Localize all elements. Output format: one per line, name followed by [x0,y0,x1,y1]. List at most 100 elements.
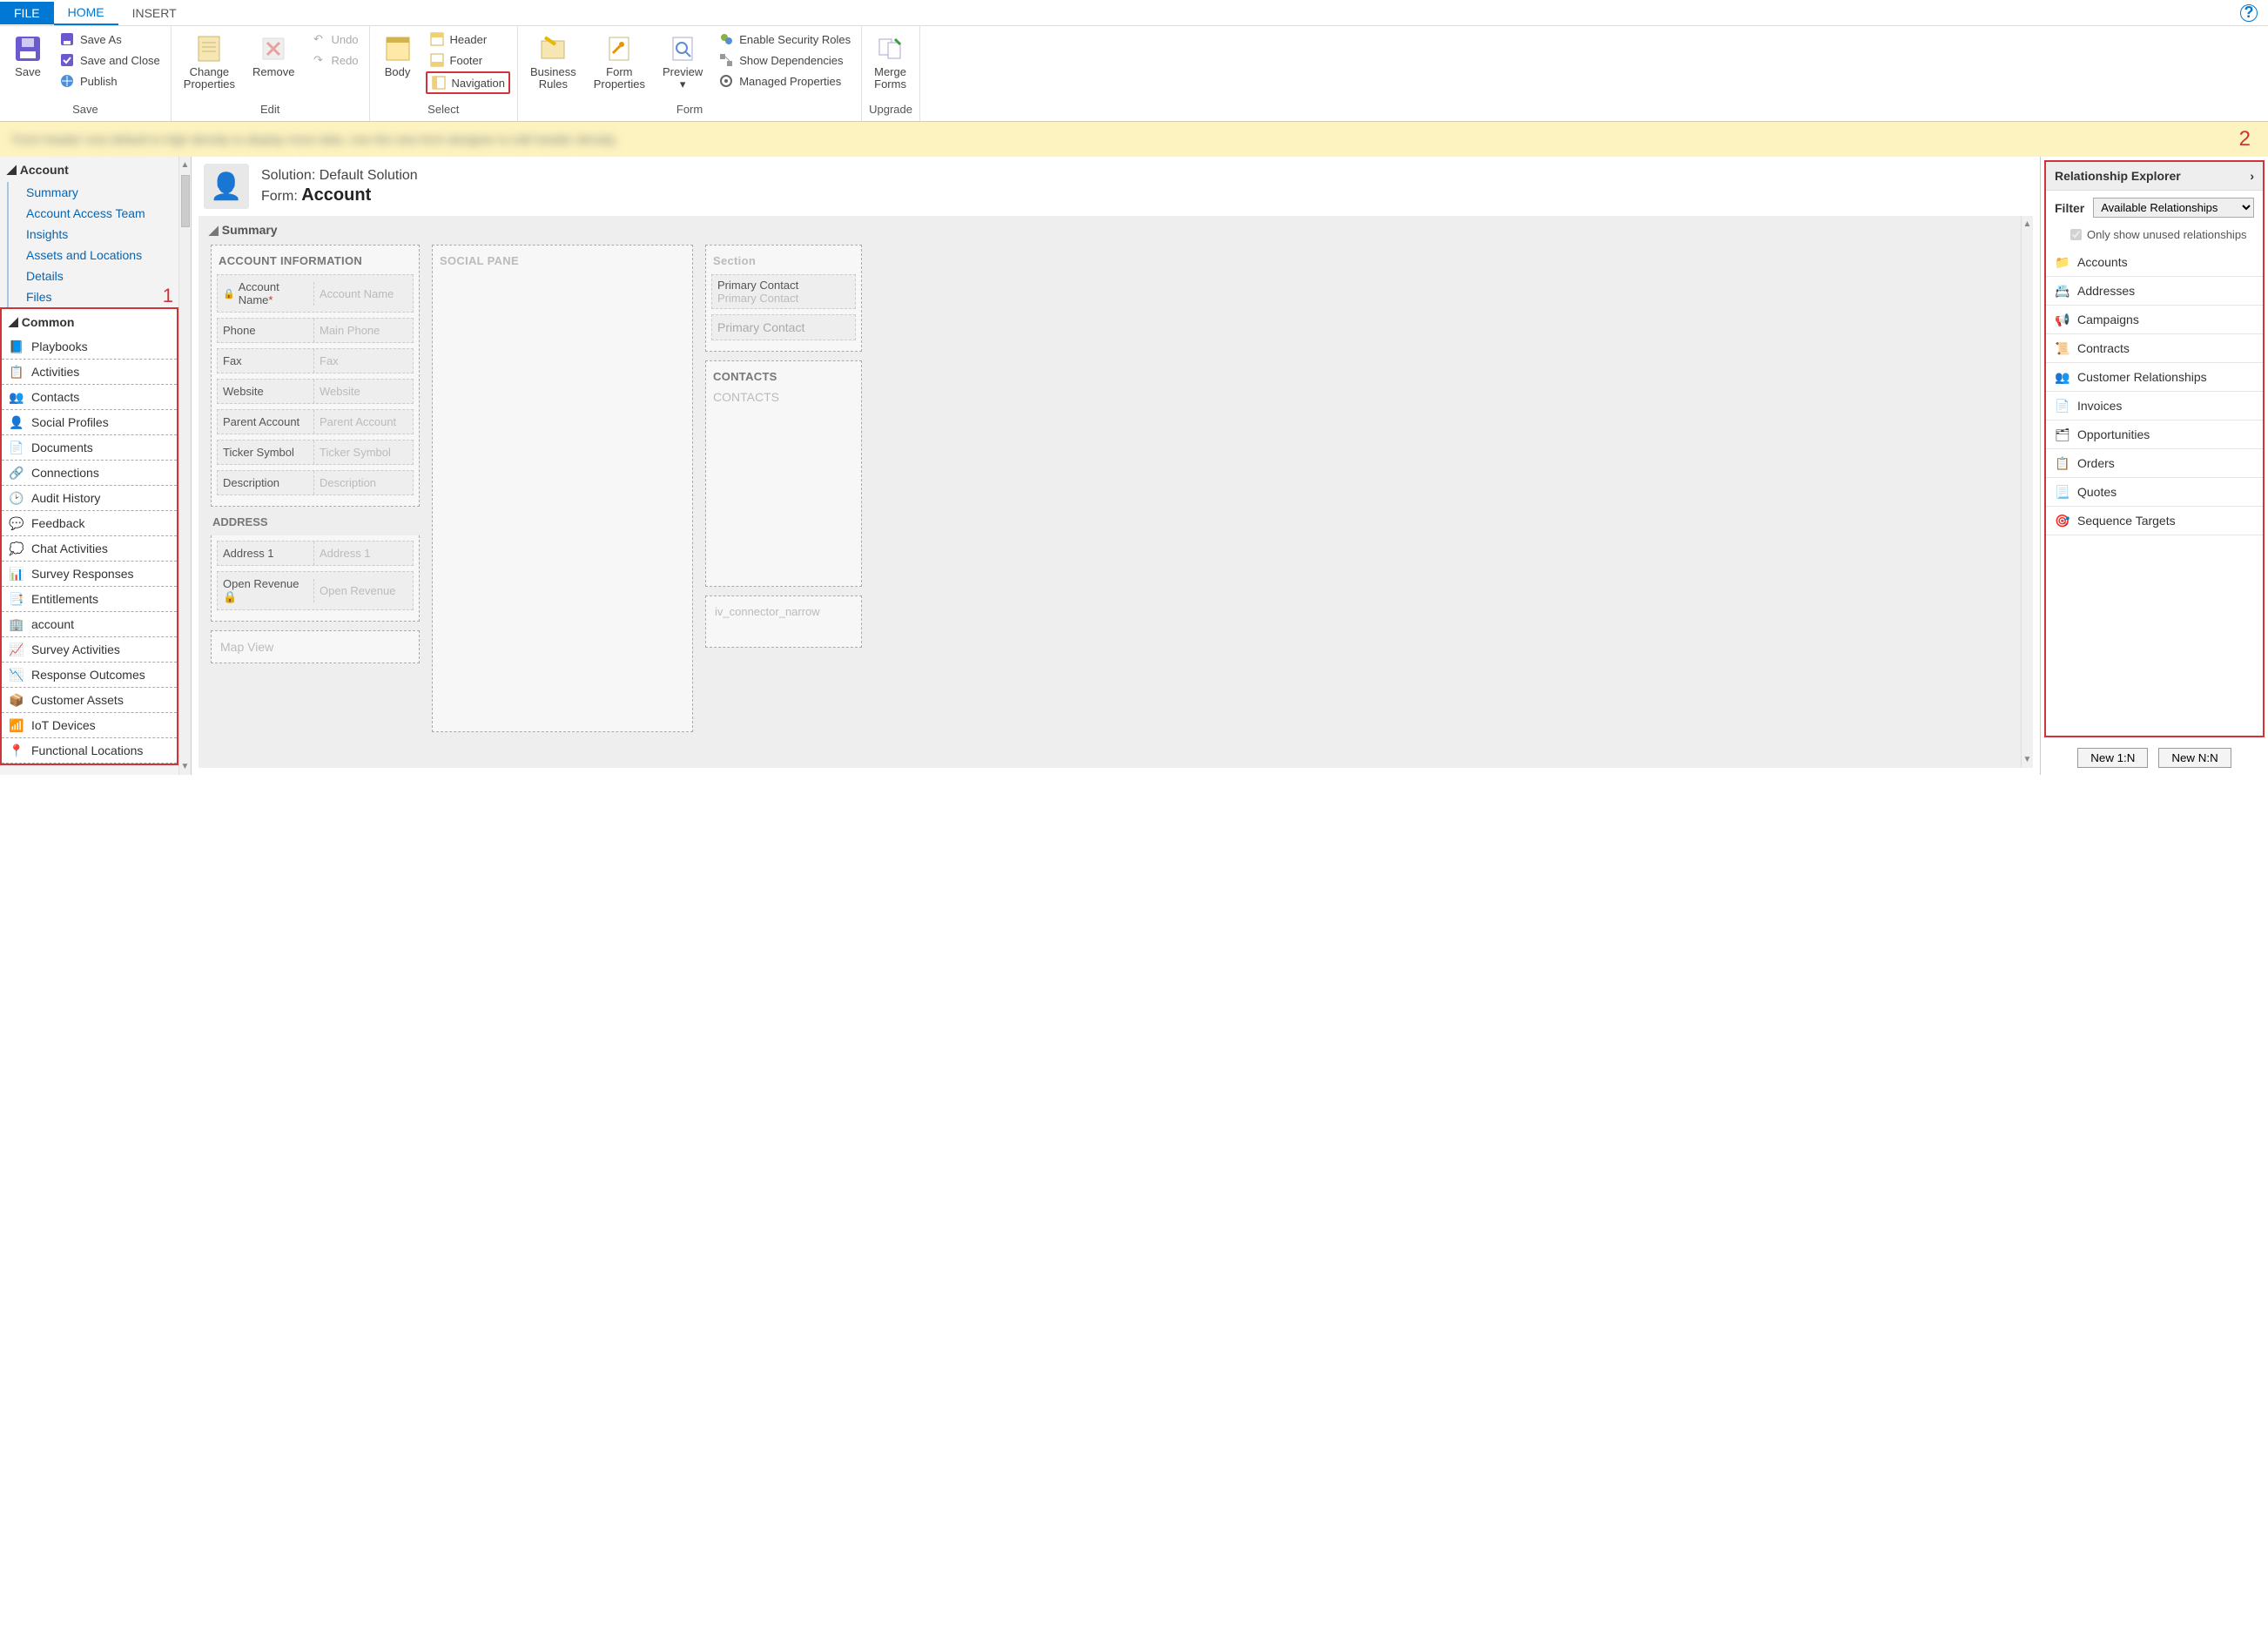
body-icon [382,33,414,64]
upgrade-group-label: Upgrade [869,101,912,118]
relationship-item[interactable]: 📢Campaigns [2046,306,2263,334]
tab-home[interactable]: HOME [54,1,118,25]
section-right-section[interactable]: Section Primary Contact Primary Contact … [705,245,862,352]
form-field[interactable]: FaxFax [217,348,414,373]
nav-item[interactable]: Summary [7,182,178,203]
header-icon [429,31,445,47]
body-button[interactable]: Body [377,30,419,82]
new-nn-button[interactable]: New N:N [2158,748,2231,768]
relationship-item[interactable]: 📁Accounts [2046,248,2263,277]
relationship-item[interactable]: 📃Quotes [2046,478,2263,507]
form-field[interactable]: Parent AccountParent Account [217,409,414,434]
relationship-item[interactable]: 🎯Sequence Targets [2046,507,2263,535]
common-item[interactable]: 📑Entitlements [2,587,177,612]
common-item[interactable]: 📘Playbooks [2,334,177,360]
form-properties-button[interactable]: Form Properties [589,30,650,95]
section-iv-connector[interactable]: iv_connector_narrow [705,595,862,648]
nav-item[interactable]: Insights [7,224,178,245]
preview-button[interactable]: Preview▾ [657,30,708,95]
section-social-pane[interactable]: SOCIAL PANE [432,245,693,732]
business-rules-button[interactable]: Business Rules [525,30,582,95]
section-account-information[interactable]: ACCOUNT INFORMATION 🔒Account Name*Accoun… [211,245,420,507]
common-item[interactable]: 👥Contacts [2,385,177,410]
canvas-scrollbar[interactable]: ▲▼ [2021,216,2033,768]
form-field[interactable]: WebsiteWebsite [217,379,414,404]
form-field[interactable]: Ticker SymbolTicker Symbol [217,440,414,465]
navigation-button[interactable]: Navigation [426,71,510,94]
relationship-item[interactable]: 📜Contracts [2046,334,2263,363]
common-item[interactable]: 📈Survey Activities [2,637,177,663]
save-button[interactable]: Save [7,30,49,82]
common-item[interactable]: 🏢account [2,612,177,637]
remove-button[interactable]: Remove [247,30,299,82]
filter-select[interactable]: Available Relationships [2093,198,2254,218]
save-as-button[interactable]: Save As [56,30,164,49]
properties-icon [193,33,225,64]
common-item[interactable]: 🕑Audit History [2,486,177,511]
unused-checkbox[interactable] [2070,229,2082,240]
new-1n-button[interactable]: New 1:N [2077,748,2148,768]
common-item[interactable]: 👤Social Profiles [2,410,177,435]
section-address[interactable]: Address 1Address 1 Open Revenue 🔒Open Rev… [211,535,420,622]
section-map[interactable]: Map View [211,630,420,663]
undo-button[interactable]: ↶Undo [306,30,361,49]
field-primary-contact-2[interactable]: Primary Contact [711,314,856,340]
nav-item[interactable]: Files [7,286,178,307]
common-item[interactable]: 💬Feedback [2,511,177,536]
entity-icon: 📄 [9,440,24,455]
relationship-item[interactable]: 📇Addresses [2046,277,2263,306]
ribbon-tabs: FILE HOME INSERT ? [0,0,2268,26]
save-close-icon [59,52,75,68]
left-scrollbar[interactable]: ▲▼ [178,157,191,775]
common-item[interactable]: 💭Chat Activities [2,536,177,562]
publish-button[interactable]: Publish [56,71,164,91]
show-dependencies-button[interactable]: Show Dependencies [715,50,854,70]
tab-file[interactable]: FILE [0,2,54,24]
section-contacts[interactable]: CONTACTS CONTACTS [705,360,862,587]
common-item[interactable]: 📊Survey Responses [2,562,177,587]
relationship-item[interactable]: 📋Orders [2046,449,2263,478]
redo-button[interactable]: ↷Redo [306,50,361,70]
common-item[interactable]: 📉Response Outcomes [2,663,177,688]
relationship-explorer-header[interactable]: Relationship Explorer › [2046,162,2263,191]
publish-icon [59,73,75,89]
merge-forms-button[interactable]: Merge Forms [869,30,912,95]
help-icon[interactable]: ? [2240,4,2258,22]
save-and-close-button[interactable]: Save and Close [56,50,164,70]
common-item[interactable]: 📍Functional Locations [2,738,177,764]
nav-item[interactable]: Account Access Team [7,203,178,224]
nav-section-common[interactable]: ◢ Common [2,309,177,334]
relationship-item[interactable]: 📄Invoices [2046,392,2263,420]
nav-section-account[interactable]: ◢ Account [0,157,178,182]
relationship-item[interactable]: 🗂Opportunities [2046,420,2263,449]
managed-properties-button[interactable]: Managed Properties [715,71,854,91]
tab-summary[interactable]: ◢Summary [199,216,2033,245]
form-field[interactable]: Open Revenue 🔒Open Revenue [217,571,414,610]
relationship-item[interactable]: 👥Customer Relationships [2046,363,2263,392]
form-field[interactable]: DescriptionDescription [217,470,414,495]
entity-icon: 💬 [9,515,24,531]
common-item[interactable]: 📋Activities [2,360,177,385]
remove-icon [258,33,289,64]
field-primary-contact[interactable]: Primary Contact Primary Contact [711,274,856,309]
nav-item[interactable]: Details [7,266,178,286]
entity-icon: 👤 [9,414,24,430]
entity-icon: 🏢 [9,616,24,632]
common-item[interactable]: 📶IoT Devices [2,713,177,738]
change-properties-button[interactable]: Change Properties [178,30,240,95]
relationship-explorer: Relationship Explorer › Filter Available… [2040,157,2268,775]
common-item[interactable]: 📦Customer Assets [2,688,177,713]
common-item[interactable]: 🔗Connections [2,461,177,486]
footer-button[interactable]: Footer [426,50,510,70]
edit-group-label: Edit [178,101,362,118]
merge-forms-icon [875,33,906,64]
nav-item[interactable]: Assets and Locations [7,245,178,266]
common-item[interactable]: 📄Documents [2,435,177,461]
tab-insert[interactable]: INSERT [118,2,191,24]
form-field[interactable]: PhoneMain Phone [217,318,414,343]
enable-security-roles-button[interactable]: Enable Security Roles [715,30,854,49]
navigation-icon [431,75,447,91]
header-button[interactable]: Header [426,30,510,49]
form-field[interactable]: 🔒Account Name*Account Name [217,274,414,313]
form-field[interactable]: Address 1Address 1 [217,541,414,566]
